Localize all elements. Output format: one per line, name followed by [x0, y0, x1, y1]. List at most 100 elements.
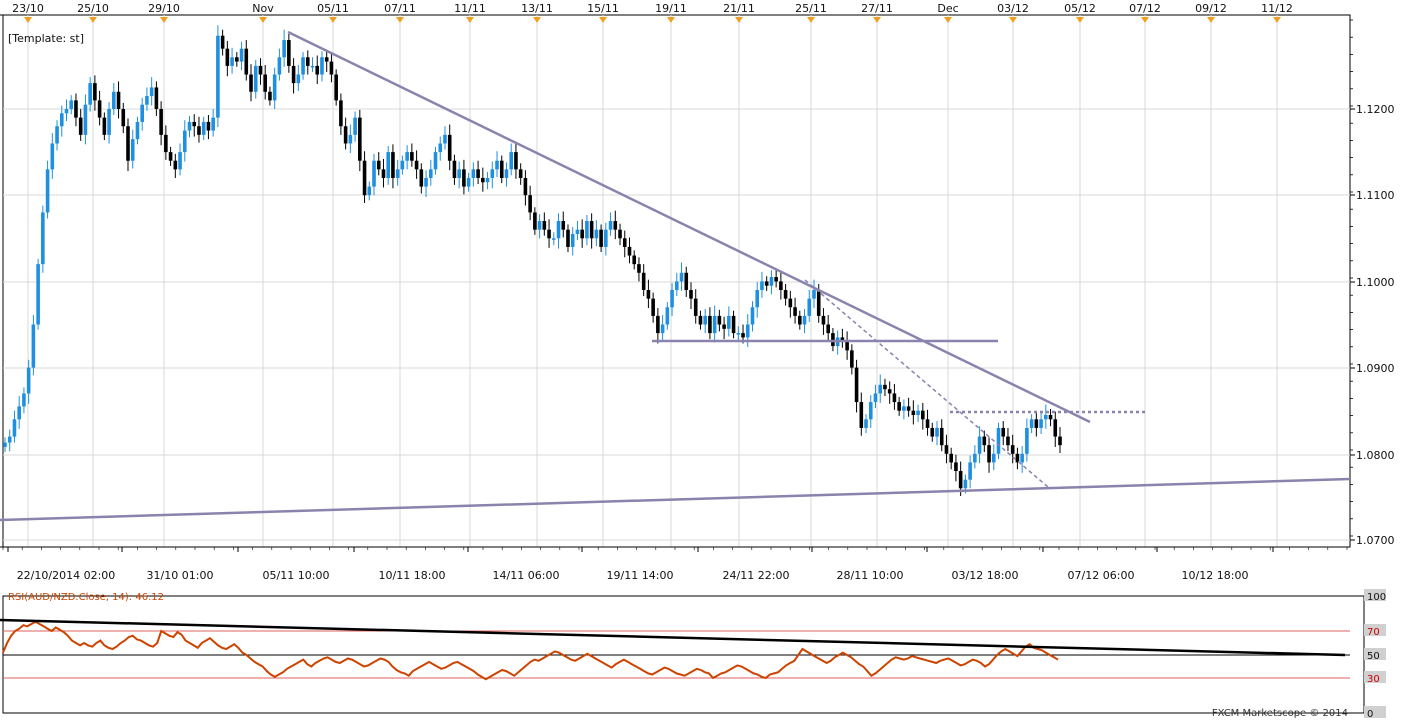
candle-body — [566, 229, 570, 247]
candle-body — [570, 233, 575, 247]
candle-body — [272, 74, 277, 101]
candle-body — [462, 169, 466, 187]
candle-body — [589, 221, 594, 239]
candle-body — [547, 229, 551, 239]
candle-body — [1025, 427, 1029, 454]
candle-body — [1010, 445, 1015, 454]
candle-body — [670, 290, 674, 308]
candle-body — [112, 91, 116, 109]
candle-body — [878, 384, 883, 394]
candle-body — [419, 169, 424, 187]
candle-body — [348, 134, 353, 144]
candle-body — [230, 57, 234, 66]
candle-body — [575, 229, 580, 234]
rsi-y-label: 30 — [1367, 674, 1380, 685]
x-axis-label: 07/12 06:00 — [1068, 569, 1135, 582]
candle-body — [201, 121, 206, 135]
candle-body — [249, 74, 253, 92]
candle-body — [1001, 427, 1006, 437]
candle-body — [135, 121, 140, 140]
candle-body — [954, 462, 958, 472]
top-axis-label: 07/12 — [1129, 2, 1161, 15]
candle-body — [239, 48, 244, 62]
candle-body — [182, 130, 187, 153]
x-axis-label: 22/10/2014 02:00 — [17, 569, 116, 582]
candle-body — [533, 212, 537, 230]
top-axis-label: 11/12 — [1261, 2, 1293, 15]
top-axis-label: 05/11 — [317, 2, 349, 15]
candle-body — [807, 298, 812, 316]
candle-body — [982, 436, 987, 446]
candle-body — [31, 324, 36, 368]
candle-body — [220, 35, 225, 49]
candle-body — [140, 104, 144, 122]
candle-body — [788, 298, 793, 308]
candle-body — [731, 315, 736, 334]
candle-body — [149, 87, 154, 97]
candle-body — [911, 410, 916, 416]
candle-body — [69, 100, 74, 109]
candle-body — [3, 442, 7, 447]
template-label: [Template: st] — [8, 32, 84, 45]
candle-body — [301, 57, 305, 75]
candle-body — [372, 160, 376, 187]
candle-body — [443, 134, 447, 144]
candle-body — [97, 100, 102, 118]
candle-body — [64, 109, 69, 114]
candle-body — [537, 221, 542, 230]
top-axis-label: 25/11 — [795, 2, 827, 15]
candle-body — [466, 177, 471, 187]
candle-body — [168, 152, 173, 161]
candle-body — [78, 117, 83, 135]
candle-body — [145, 96, 149, 105]
top-axis-label: 19/11 — [655, 2, 687, 15]
candle-body — [703, 315, 707, 325]
candle-body — [405, 152, 409, 161]
candle-body — [509, 152, 514, 170]
candle-body — [864, 419, 868, 428]
rsi-y-label: 50 — [1367, 651, 1380, 662]
candle-body — [253, 65, 258, 92]
candle-body — [235, 57, 239, 62]
candle-body — [26, 367, 31, 394]
candle-body — [821, 315, 826, 325]
candle-body — [12, 419, 17, 437]
candle-body — [225, 48, 230, 66]
candle-body — [991, 453, 996, 463]
candle-body — [211, 117, 215, 131]
candle-body — [646, 290, 651, 299]
candle-body — [551, 238, 556, 240]
candle-body — [386, 152, 391, 178]
candle-body — [481, 177, 485, 183]
candle-body — [244, 48, 249, 75]
candle-body — [116, 91, 121, 109]
candle-body — [906, 406, 911, 411]
candle-body — [632, 255, 637, 265]
candle-body — [45, 169, 50, 213]
candle-body — [154, 87, 159, 109]
top-axis-label: 07/11 — [384, 2, 416, 15]
candle-body — [178, 152, 182, 170]
candle-body — [329, 61, 334, 75]
candle-body — [783, 290, 788, 299]
top-axis-label: Nov — [252, 2, 274, 15]
candle-body — [130, 139, 135, 161]
candle-body — [428, 169, 433, 178]
candle-body — [627, 246, 632, 256]
candle-body — [958, 471, 963, 489]
candle-body — [457, 169, 461, 178]
candle-body — [22, 393, 26, 407]
candle-body — [977, 436, 982, 454]
candle-body — [55, 126, 59, 144]
candle-body — [897, 402, 901, 411]
candle-body — [1006, 436, 1010, 446]
x-axis-label: 03/12 18:00 — [952, 569, 1019, 582]
candle-body — [684, 272, 689, 291]
candle-body — [471, 169, 476, 178]
candle-body — [7, 436, 12, 443]
candle-body — [764, 281, 769, 286]
candle-body — [693, 298, 698, 316]
x-axis-label: 10/12 18:00 — [1182, 569, 1249, 582]
price-chart: 23/10 25/10 29/10 Nov 05/11 07/11 11/11 13/11 15… — [0, 2, 1395, 720]
x-axis-label: 31/10 01:00 — [147, 569, 214, 582]
